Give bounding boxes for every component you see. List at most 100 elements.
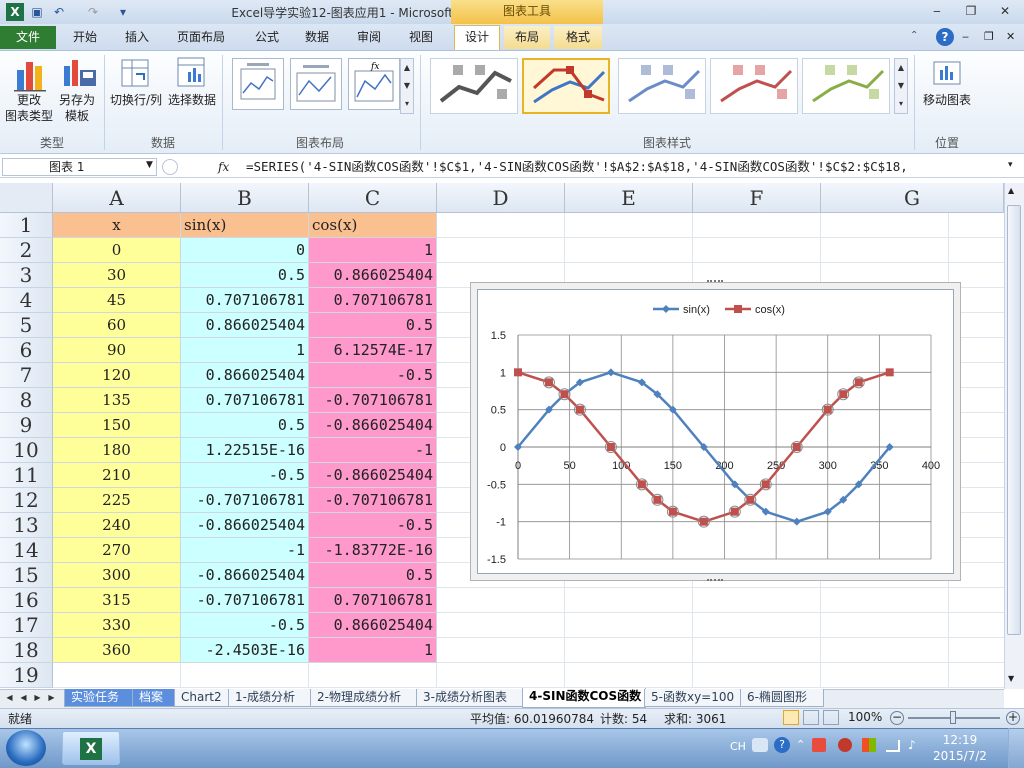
table-cell[interactable]: 210 bbox=[53, 463, 181, 488]
select-all-corner[interactable] bbox=[0, 183, 53, 213]
tab-data[interactable]: 数据 bbox=[294, 26, 340, 49]
chart-style-5[interactable] bbox=[802, 58, 890, 114]
change-chart-type-icon[interactable] bbox=[14, 56, 50, 92]
column-header-d[interactable]: D bbox=[437, 183, 565, 213]
expand-formula-icon[interactable] bbox=[162, 159, 178, 175]
select-data-button[interactable]: 选择数据 bbox=[166, 92, 218, 108]
zoom-level[interactable]: 100% bbox=[848, 710, 882, 724]
table-cell[interactable]: 0.866025404 bbox=[309, 613, 437, 638]
minimize-ribbon-icon[interactable]: ⌃ bbox=[910, 30, 924, 44]
security-icon[interactable] bbox=[838, 738, 852, 752]
column-header-f[interactable]: F bbox=[693, 183, 821, 213]
tab-home[interactable]: 开始 bbox=[62, 26, 108, 49]
column-header-g[interactable]: G bbox=[821, 183, 1004, 213]
row-header-16[interactable]: 16 bbox=[0, 588, 53, 613]
tab-file[interactable]: 文件 bbox=[0, 26, 56, 49]
first-sheet-icon[interactable]: ◀ bbox=[4, 691, 15, 705]
last-sheet-icon[interactable]: ▶ bbox=[46, 691, 57, 705]
row-header-3[interactable]: 3 bbox=[0, 263, 53, 288]
scroll-up-icon[interactable]: ▲ bbox=[1008, 186, 1014, 195]
table-cell[interactable]: -0.707106781 bbox=[181, 488, 309, 513]
prev-sheet-icon[interactable]: ◀ bbox=[18, 691, 29, 705]
table-cell[interactable]: 1 bbox=[309, 638, 437, 663]
table-cell[interactable]: -0.866025404 bbox=[181, 563, 309, 588]
name-box-dropdown-icon[interactable]: ▼ bbox=[146, 160, 153, 170]
row-header-18[interactable]: 18 bbox=[0, 638, 53, 663]
clock[interactable]: 12:19 2015/7/2 bbox=[930, 732, 990, 764]
table-cell[interactable]: -0.707106781 bbox=[181, 588, 309, 613]
minimize-icon[interactable]: ‒ bbox=[924, 2, 950, 20]
sheet-tab[interactable]: Chart2 bbox=[174, 689, 230, 707]
table-cell[interactable]: 1 bbox=[309, 238, 437, 263]
table-cell[interactable]: -0.866025404 bbox=[309, 463, 437, 488]
table-cell[interactable]: 45 bbox=[53, 288, 181, 313]
name-box[interactable]: 图表 1 bbox=[2, 158, 157, 176]
language-indicator[interactable]: CH bbox=[730, 740, 746, 753]
sheet-tab[interactable]: 3-成绩分析图表 bbox=[416, 689, 524, 707]
chart-style-1[interactable] bbox=[430, 58, 518, 114]
tab-layout[interactable]: 布局 bbox=[504, 26, 550, 49]
chart-style-scroll[interactable]: ▲ ▼ ▾ bbox=[894, 58, 908, 114]
scroll-down-icon[interactable]: ▼ bbox=[1008, 674, 1014, 683]
row-header-1[interactable]: 1 bbox=[0, 213, 53, 238]
chart-layout-scroll[interactable]: ▲ ▼ ▾ bbox=[400, 58, 414, 114]
network-icon[interactable] bbox=[886, 740, 900, 752]
table-cell[interactable]: 135 bbox=[53, 388, 181, 413]
table-cell[interactable]: -0.5 bbox=[309, 513, 437, 538]
row-header-17[interactable]: 17 bbox=[0, 613, 53, 638]
column-header-b[interactable]: B bbox=[181, 183, 309, 213]
row-header-4[interactable]: 4 bbox=[0, 288, 53, 313]
table-cell[interactable]: 0.5 bbox=[309, 563, 437, 588]
table-cell[interactable]: 0.5 bbox=[181, 263, 309, 288]
row-header-8[interactable]: 8 bbox=[0, 388, 53, 413]
close-icon[interactable]: ✕ bbox=[990, 2, 1020, 20]
zoom-slider-thumb[interactable] bbox=[950, 711, 956, 724]
normal-view-icon[interactable] bbox=[783, 710, 799, 725]
header-cell[interactable]: x bbox=[53, 213, 181, 238]
select-data-icon[interactable] bbox=[176, 56, 206, 88]
sheet-tab[interactable]: 实验任务 bbox=[64, 689, 134, 707]
table-cell[interactable]: 120 bbox=[53, 363, 181, 388]
row-header-12[interactable]: 12 bbox=[0, 488, 53, 513]
table-cell[interactable]: 0.5 bbox=[309, 313, 437, 338]
move-chart-button[interactable]: 移动图表 bbox=[918, 92, 976, 108]
minimize-workbook-icon[interactable]: ‒ bbox=[962, 30, 969, 43]
tab-view[interactable]: 视图 bbox=[398, 26, 444, 49]
table-cell[interactable]: 0 bbox=[53, 238, 181, 263]
column-header-c[interactable]: C bbox=[309, 183, 437, 213]
chart-layout-3[interactable]: fx bbox=[348, 58, 400, 110]
tab-format[interactable]: 格式 bbox=[554, 26, 602, 49]
table-cell[interactable]: -0.5 bbox=[181, 463, 309, 488]
save-icon[interactable]: ▣ bbox=[28, 3, 46, 21]
row-header-2[interactable]: 2 bbox=[0, 238, 53, 263]
row-header-14[interactable]: 14 bbox=[0, 538, 53, 563]
table-cell[interactable]: 0.5 bbox=[181, 413, 309, 438]
row-header-19[interactable]: 19 bbox=[0, 663, 53, 688]
table-cell[interactable]: 0.866025404 bbox=[181, 363, 309, 388]
row-header-15[interactable]: 15 bbox=[0, 563, 53, 588]
page-break-view-icon[interactable] bbox=[823, 710, 839, 725]
chart-layout-2[interactable] bbox=[290, 58, 342, 110]
table-cell[interactable]: 240 bbox=[53, 513, 181, 538]
table-cell[interactable]: 150 bbox=[53, 413, 181, 438]
tab-design[interactable]: 设计 bbox=[454, 25, 500, 50]
table-cell[interactable]: 6.12574E-17 bbox=[309, 338, 437, 363]
table-cell[interactable]: -0.707106781 bbox=[309, 388, 437, 413]
row-header-9[interactable]: 9 bbox=[0, 413, 53, 438]
table-cell[interactable]: -0.5 bbox=[181, 613, 309, 638]
row-header-11[interactable]: 11 bbox=[0, 463, 53, 488]
move-chart-icon[interactable] bbox=[932, 58, 962, 86]
sheet-tab[interactable]: 6-椭圆图形 bbox=[740, 689, 824, 707]
header-cell[interactable]: cos(x) bbox=[309, 213, 437, 238]
tab-page-layout[interactable]: 页面布局 bbox=[168, 26, 234, 49]
table-cell[interactable]: 0.707106781 bbox=[309, 288, 437, 313]
chart-style-2[interactable] bbox=[522, 58, 610, 114]
table-cell[interactable]: 225 bbox=[53, 488, 181, 513]
table-cell[interactable]: 60 bbox=[53, 313, 181, 338]
table-cell[interactable]: 0.707106781 bbox=[181, 388, 309, 413]
line-chart[interactable]: 0 50 100 150 200 250 300 350 4001.510.50-0.5-1-1… bbox=[477, 289, 954, 574]
table-cell[interactable]: -2.4503E-16 bbox=[181, 638, 309, 663]
table-cell[interactable]: 1.22515E-16 bbox=[181, 438, 309, 463]
sheet-tab[interactable]: 4-SIN函数COS函数 bbox=[522, 688, 646, 708]
table-cell[interactable]: 1 bbox=[181, 338, 309, 363]
